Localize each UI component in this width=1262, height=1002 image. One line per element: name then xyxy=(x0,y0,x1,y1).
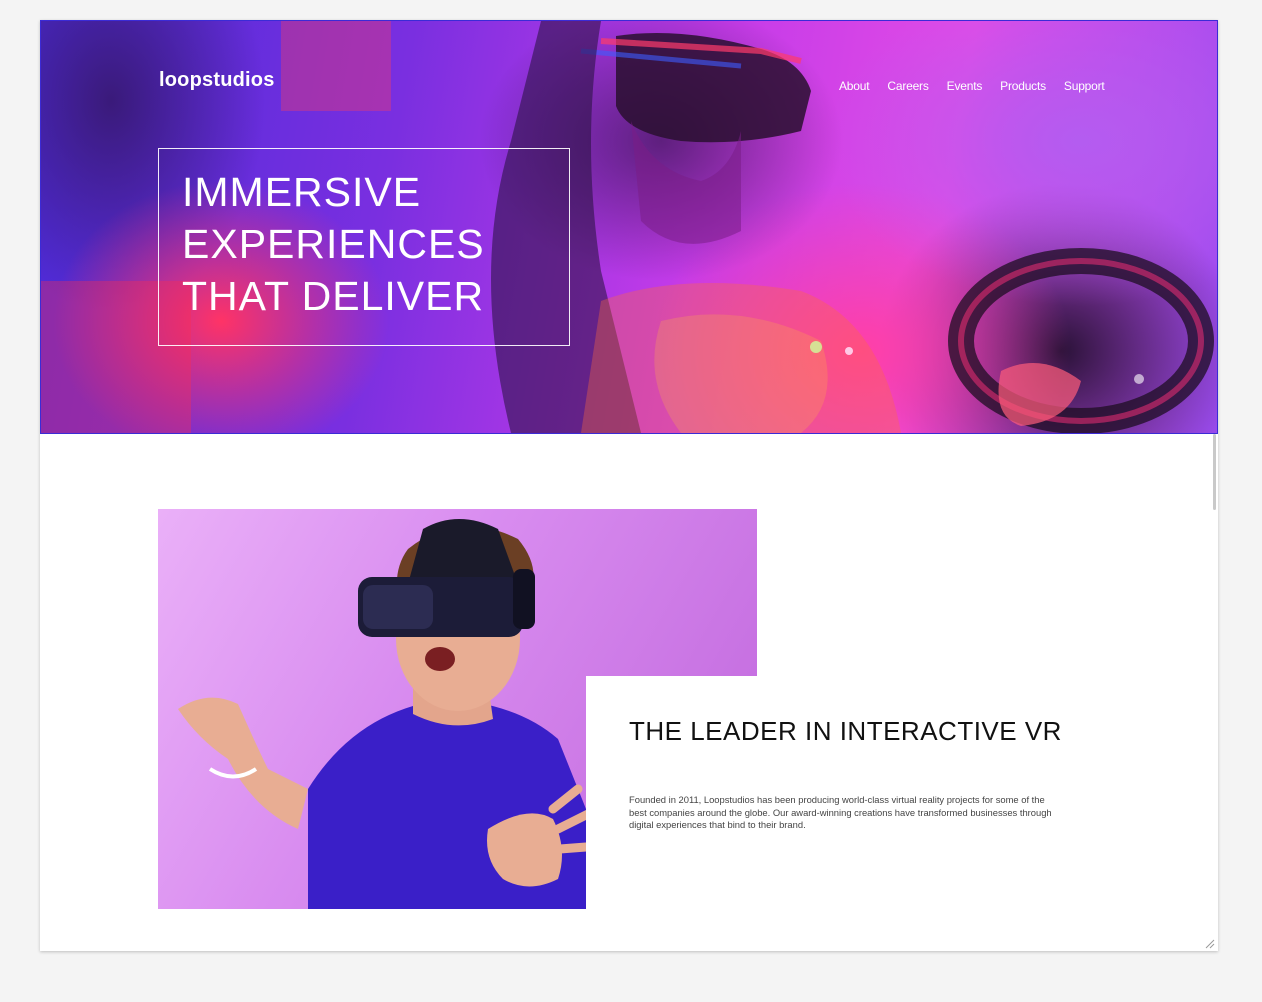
logo[interactable]: loopstudios xyxy=(159,69,275,92)
main-nav: About Careers Events Products Support xyxy=(839,79,1123,93)
about-title: THE LEADER IN INTERACTIVE VR xyxy=(629,716,1062,746)
resize-grip-icon[interactable] xyxy=(1203,937,1215,949)
browser-viewport: loopstudios About Careers Events Product… xyxy=(40,20,1218,951)
hero-section: loopstudios About Careers Events Product… xyxy=(40,20,1218,434)
hero-headline-line-1: IMMERSIVE xyxy=(182,169,422,215)
hero-headline-line-3: THAT DELIVER xyxy=(182,273,485,319)
nav-link-products[interactable]: Products xyxy=(1000,79,1046,93)
nav-link-about[interactable]: About xyxy=(839,79,870,93)
nav-link-events[interactable]: Events xyxy=(947,79,983,93)
scrollbar-thumb[interactable] xyxy=(1213,434,1216,510)
about-description: Founded in 2011, Loopstudios has been pr… xyxy=(629,794,1052,830)
nav-link-support[interactable]: Support xyxy=(1064,79,1105,93)
hero-headline-line-2: EXPERIENCES xyxy=(182,221,485,267)
nav-link-careers[interactable]: Careers xyxy=(887,79,928,93)
